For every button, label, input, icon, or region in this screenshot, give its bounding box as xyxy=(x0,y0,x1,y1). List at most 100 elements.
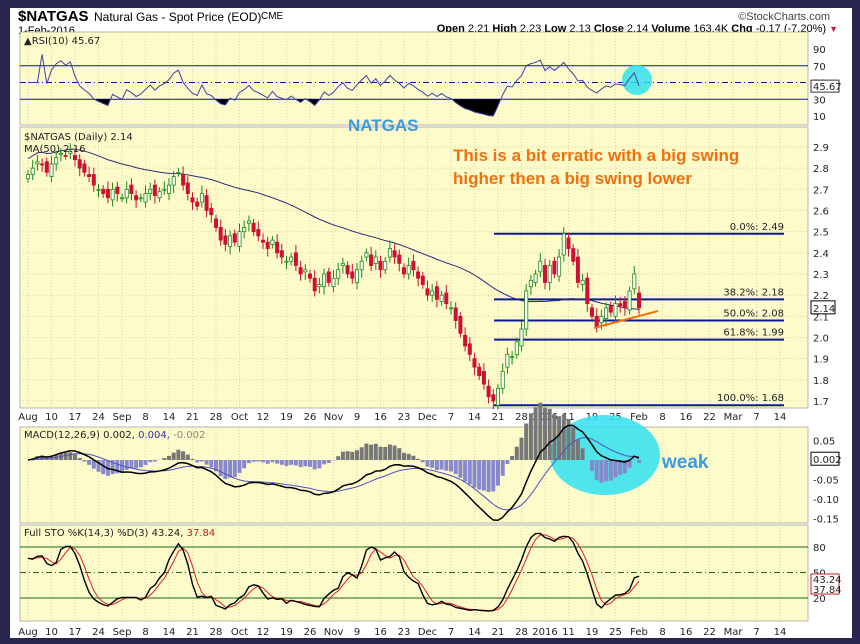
candle-body xyxy=(444,292,449,305)
candle-body xyxy=(185,182,190,194)
candle-body xyxy=(533,273,538,283)
fib-label: 38.2%: 2.18 xyxy=(723,287,784,298)
price-tick: 2.9 xyxy=(813,143,829,154)
rsi-title: ▲RSI(10) 45.67 xyxy=(24,36,100,47)
candle-body xyxy=(477,366,482,376)
x-tick-label: 19 xyxy=(280,412,293,423)
macd-hist-bar xyxy=(458,460,463,478)
x-tick-label: 17 xyxy=(69,627,82,638)
macd-hist-bar xyxy=(265,460,270,464)
macd-hist-bar xyxy=(491,460,496,492)
macd-hist-bar xyxy=(134,460,139,469)
candle-body xyxy=(77,159,82,169)
macd-hist-bar xyxy=(284,460,289,466)
candle-body xyxy=(463,334,468,347)
x-tick-label: 11 xyxy=(562,627,575,638)
x-tick-label: Oct xyxy=(231,627,248,638)
candle-body xyxy=(373,256,378,264)
x-tick-label: Aug xyxy=(18,627,38,638)
price-tick: 2.6 xyxy=(813,206,829,217)
candle-body xyxy=(204,195,209,211)
x-tick-label: 19 xyxy=(280,627,293,638)
macd-hist-bar xyxy=(378,446,383,460)
x-tick-label: 23 xyxy=(398,412,411,423)
x-tick-label: Dec xyxy=(418,412,437,423)
macd-tick: 0.05 xyxy=(813,437,835,448)
macd-hist-bar xyxy=(599,460,604,483)
macd-hist-bar xyxy=(510,455,515,460)
rsi-tick: 70 xyxy=(813,62,826,73)
macd-hist-bar xyxy=(317,460,322,469)
candle-body xyxy=(195,201,200,207)
candle-body xyxy=(110,188,115,201)
candle-body xyxy=(599,315,604,324)
x-tick-label: 21 xyxy=(186,412,199,423)
candle-body xyxy=(350,271,355,279)
x-tick-label: 25 xyxy=(609,627,622,638)
macd-hist-bar xyxy=(63,452,68,460)
candle-body xyxy=(148,188,153,194)
candle-body xyxy=(472,358,477,368)
sto-title-part: Full STO %K(14,3) %D(3) 43.24, xyxy=(24,528,183,539)
macd-hist-bar xyxy=(449,460,453,472)
x-tick-label: 23 xyxy=(398,627,411,638)
macd-hist-bar xyxy=(481,460,486,491)
candle-body xyxy=(608,305,613,313)
macd-hist-bar xyxy=(256,460,261,462)
candle-body xyxy=(401,267,406,275)
panel-macd xyxy=(19,426,809,524)
price-tick: 1.7 xyxy=(813,397,829,408)
macd-hist-bar xyxy=(467,460,472,485)
macd-hist-bar xyxy=(185,454,190,460)
candle-body xyxy=(143,193,148,203)
macd-hist-bar xyxy=(594,460,599,481)
candle-body xyxy=(354,269,359,283)
candle-body xyxy=(270,239,275,245)
macd-hist-bar xyxy=(251,460,256,462)
candle-body xyxy=(613,303,618,317)
candle-body xyxy=(176,171,181,174)
candle-body xyxy=(91,174,96,186)
candle-body xyxy=(260,239,265,243)
x-tick-label: 10 xyxy=(45,627,58,638)
x-tick-label: 12 xyxy=(257,412,270,423)
candle-body xyxy=(392,250,397,258)
candle-body xyxy=(336,269,341,279)
macd-hist-bar xyxy=(242,460,247,469)
x-tick-label: 17 xyxy=(69,412,82,423)
macd-hist-bar xyxy=(73,454,77,460)
x-tick-label: 14 xyxy=(163,412,176,423)
x-tick-label: 22 xyxy=(703,412,716,423)
candle-body xyxy=(326,271,331,283)
macd-hist-bar xyxy=(204,460,209,465)
macd-hist-bar xyxy=(505,460,510,464)
macd-hist-bar xyxy=(434,460,439,471)
annotation-natgas: NATGAS xyxy=(348,116,419,135)
panel-rsi xyxy=(19,31,809,126)
price-tick: 1.8 xyxy=(813,376,829,387)
macd-hist-bar xyxy=(275,460,280,464)
macd-hist-bar xyxy=(496,460,500,486)
x-tick-label: 7 xyxy=(448,412,454,423)
x-tick-label: 21 xyxy=(492,627,505,638)
x-tick-label: 14 xyxy=(163,627,176,638)
price-tick: 2.0 xyxy=(813,333,829,344)
candle-body xyxy=(279,250,284,258)
candle-body xyxy=(467,343,472,355)
candle-body xyxy=(228,235,233,247)
macd-hist-bar xyxy=(383,446,388,460)
x-tick-label: 22 xyxy=(703,627,716,638)
price-tick: 2.3 xyxy=(813,270,829,281)
candle-body xyxy=(152,184,157,197)
macd-hist-bar xyxy=(261,460,265,463)
candle-body xyxy=(425,288,430,296)
macd-tick: -0.15 xyxy=(813,515,839,526)
price-panel-title: $NATGAS (Daily) 2.14 xyxy=(24,132,133,143)
candle-body xyxy=(199,193,204,203)
price-tick: 1.9 xyxy=(813,355,829,366)
candle-body xyxy=(528,279,533,288)
candle-body xyxy=(162,188,167,191)
macd-hist-bar xyxy=(528,413,533,460)
x-tick-label: 14 xyxy=(468,627,481,638)
candle-body xyxy=(580,279,585,285)
